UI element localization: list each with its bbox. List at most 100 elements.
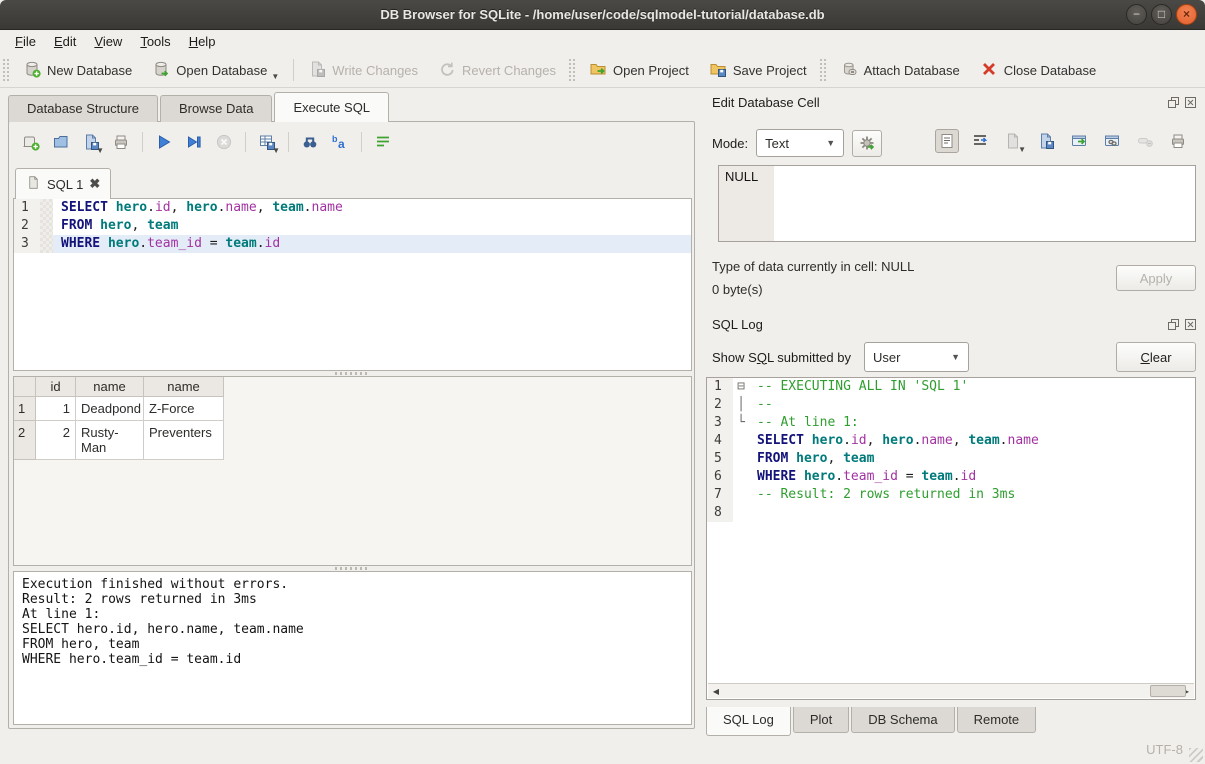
- dock-float-icon[interactable]: [1167, 318, 1180, 331]
- doc-text-button[interactable]: [935, 129, 959, 153]
- table-cell[interactable]: Z-Force: [144, 397, 224, 421]
- code-text: -- Result: 2 rows returned in 3ms: [749, 486, 1015, 504]
- mode-row: Mode: Text ▼: [712, 129, 882, 157]
- column-header-id[interactable]: id: [36, 377, 76, 397]
- row-header[interactable]: 2: [14, 421, 36, 460]
- row-header[interactable]: 1: [14, 397, 36, 421]
- code-text: SELECT hero.id, hero.name, team.name: [749, 432, 1039, 450]
- window-title: DB Browser for SQLite - /home/user/code/…: [380, 7, 824, 22]
- menu-file[interactable]: File: [6, 31, 45, 52]
- dock-float-icon[interactable]: [1167, 96, 1180, 109]
- sql-log-view[interactable]: 1⊟-- EXECUTING ALL IN 'SQL 1'2│--3└-- At…: [706, 377, 1196, 700]
- word-wrap-green-button[interactable]: [371, 130, 395, 154]
- close-database-button[interactable]: Close Database: [970, 56, 1107, 85]
- toolbar-button-label: Save Project: [733, 63, 807, 78]
- code-line[interactable]: 8: [707, 504, 1195, 522]
- titlebar[interactable]: DB Browser for SQLite - /home/user/code/…: [0, 0, 1205, 30]
- scroll-left-icon[interactable]: ◀: [708, 687, 724, 696]
- menu-edit[interactable]: Edit: [45, 31, 85, 52]
- code-line[interactable]: 4SELECT hero.id, hero.name, team.name: [707, 432, 1195, 450]
- print-button[interactable]: [1166, 129, 1190, 153]
- new-database-button[interactable]: New Database: [13, 56, 142, 85]
- table-cell[interactable]: 1: [36, 397, 76, 421]
- dropdown-caret-icon[interactable]: ▼: [272, 146, 280, 155]
- sql-document-tab[interactable]: SQL 1 ✖: [15, 168, 111, 199]
- dock-tab-remote[interactable]: Remote: [957, 707, 1037, 733]
- execute-all-button[interactable]: [152, 130, 176, 154]
- code-line[interactable]: 5FROM hero, team: [707, 450, 1195, 468]
- code-line[interactable]: 3WHERE hero.team_id = team.id: [14, 235, 691, 253]
- code-line[interactable]: 1⊟-- EXECUTING ALL IN 'SQL 1': [707, 378, 1195, 396]
- auto-switch-mode-button[interactable]: [852, 130, 882, 157]
- dropdown-caret-icon[interactable]: ▼: [271, 72, 279, 81]
- toolbar-separator: [142, 132, 143, 152]
- chevron-down-icon: ▼: [816, 138, 835, 148]
- tab-execute-sql[interactable]: Execute SQL: [274, 92, 389, 122]
- code-line[interactable]: 3└-- At line 1:: [707, 414, 1195, 432]
- tab-browse-data[interactable]: Browse Data: [160, 95, 272, 122]
- table-cell[interactable]: Deadpond: [76, 397, 144, 421]
- code-line[interactable]: 7-- Result: 2 rows returned in 3ms: [707, 486, 1195, 504]
- sql-log-hscrollbar[interactable]: ◀ ▶: [708, 683, 1194, 698]
- code-line[interactable]: 1SELECT hero.id, hero.name, team.name: [14, 199, 691, 217]
- fold-marker-icon[interactable]: ⊟: [733, 378, 749, 396]
- mode-combobox[interactable]: Text ▼: [756, 129, 844, 157]
- sql-editor[interactable]: 1SELECT hero.id, hero.name, team.name2FR…: [13, 198, 692, 371]
- toolbar-button-label: Write Changes: [332, 63, 418, 78]
- toolbar-separator: [293, 59, 294, 81]
- svg-text:a: a: [338, 137, 345, 151]
- code-line[interactable]: 2FROM hero, team: [14, 217, 691, 235]
- save-project-icon: [709, 60, 727, 81]
- save-sql-file-button[interactable]: ▼: [79, 130, 103, 154]
- resize-grip[interactable]: [1189, 748, 1203, 762]
- fold-marker-icon: │: [733, 396, 749, 414]
- dock-tab-sql-log[interactable]: SQL Log: [706, 707, 791, 736]
- scrollbar-thumb[interactable]: [1150, 685, 1186, 697]
- code-line[interactable]: 2│--: [707, 396, 1195, 414]
- menu-view[interactable]: View: [85, 31, 131, 52]
- table-cell[interactable]: 2: [36, 421, 76, 460]
- toolbar-grip[interactable]: [820, 59, 827, 81]
- open-sql-file-button[interactable]: [49, 130, 73, 154]
- menu-help[interactable]: Help: [180, 31, 225, 52]
- dock-close-icon[interactable]: [1184, 318, 1197, 331]
- close-button[interactable]: ×: [1176, 4, 1197, 25]
- format-sql-button[interactable]: ba: [328, 130, 352, 154]
- attach-database-button[interactable]: Attach Database: [830, 56, 970, 85]
- table-cell[interactable]: Preventers: [144, 421, 224, 460]
- code-line[interactable]: 6WHERE hero.team_id = team.id: [707, 468, 1195, 486]
- clear-log-button[interactable]: Clear: [1116, 342, 1196, 372]
- sql-log-filter-label: Show SQL submitted by: [712, 350, 851, 365]
- open-tab-button[interactable]: [19, 130, 43, 154]
- link-window-button[interactable]: [1100, 129, 1124, 153]
- save-project-button[interactable]: Save Project: [699, 56, 817, 85]
- toolbar-grip[interactable]: [569, 59, 576, 81]
- cell-size-info: 0 byte(s): [712, 282, 763, 297]
- dock-tab-plot[interactable]: Plot: [793, 707, 849, 733]
- find-button[interactable]: [298, 130, 322, 154]
- word-wrap-button[interactable]: [968, 129, 992, 153]
- cell-editor[interactable]: NULL: [718, 165, 1196, 242]
- dock-tab-db-schema[interactable]: DB Schema: [851, 707, 954, 733]
- table-cell[interactable]: Rusty-Man: [76, 421, 144, 460]
- save-file-button[interactable]: [1034, 129, 1058, 153]
- dock-close-icon[interactable]: [1184, 96, 1197, 109]
- results-table[interactable]: idnamename11DeadpondZ-Force22Rusty-ManPr…: [13, 376, 692, 566]
- close-tab-icon[interactable]: ✖: [89, 176, 100, 192]
- dropdown-caret-icon[interactable]: ▼: [96, 146, 104, 155]
- open-database-button[interactable]: Open Database ▼: [142, 56, 289, 85]
- print-button[interactable]: [109, 130, 133, 154]
- toolbar-grip[interactable]: [3, 59, 10, 81]
- export-window-button[interactable]: [1067, 129, 1091, 153]
- column-header-name[interactable]: name: [144, 377, 224, 397]
- tab-database-structure[interactable]: Database Structure: [8, 95, 158, 122]
- save-results-button[interactable]: ▼: [255, 130, 279, 154]
- minimize-button[interactable]: −: [1126, 4, 1147, 25]
- toolbar-button-label: Open Database: [176, 63, 267, 78]
- column-header-name[interactable]: name: [76, 377, 144, 397]
- sql-log-filter-combobox[interactable]: User ▼: [864, 342, 969, 372]
- execute-line-button[interactable]: [182, 130, 206, 154]
- menu-tools[interactable]: Tools: [131, 31, 179, 52]
- maximize-button[interactable]: □: [1151, 4, 1172, 25]
- open-project-button[interactable]: Open Project: [579, 56, 699, 85]
